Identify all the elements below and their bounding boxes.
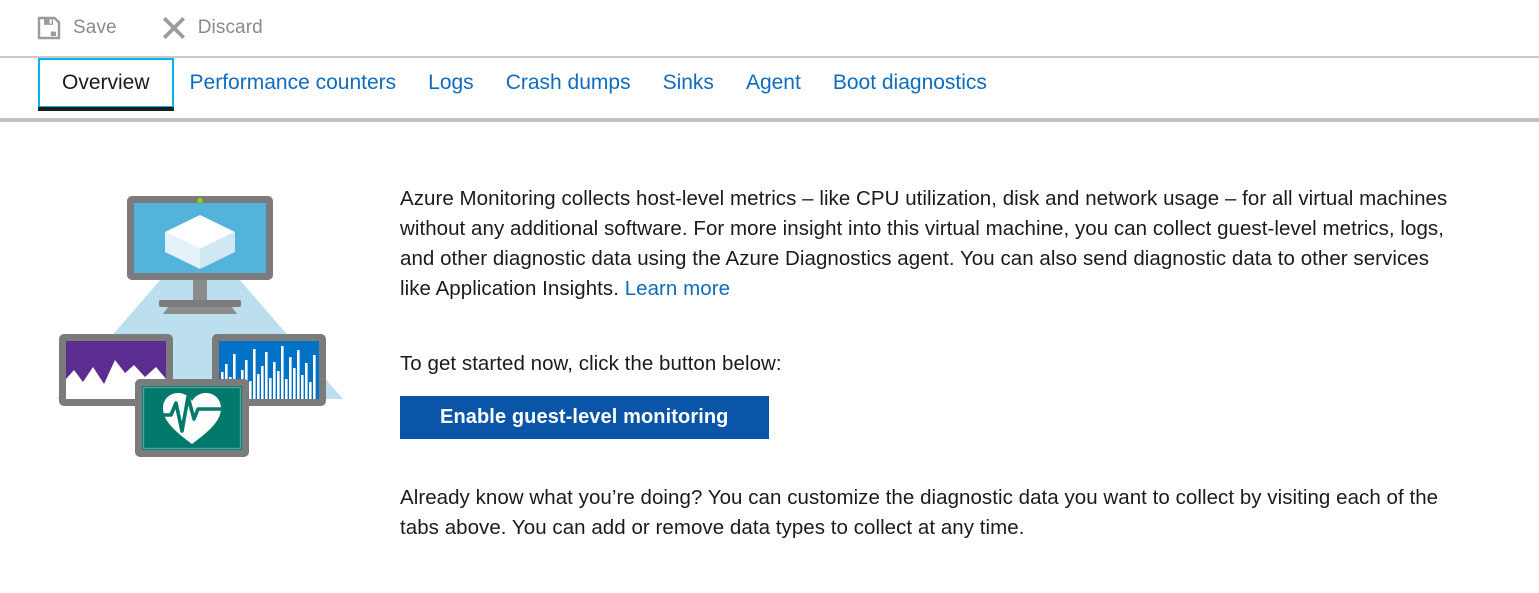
tab-bar-rule xyxy=(0,118,1539,122)
discard-button-label: Discard xyxy=(197,17,263,38)
illustration-container xyxy=(0,184,400,464)
enable-guest-level-monitoring-button[interactable]: Enable guest-level monitoring xyxy=(400,396,769,439)
save-floppy-icon xyxy=(36,15,62,41)
intro-paragraph: Azure Monitoring collects host-level met… xyxy=(400,184,1460,304)
tab-performance-counters[interactable]: Performance counters xyxy=(174,58,413,108)
close-x-icon xyxy=(161,15,187,41)
tab-agent[interactable]: Agent xyxy=(730,58,817,108)
teal-heartbeat-screen xyxy=(135,379,249,457)
tab-boot-diagnostics[interactable]: Boot diagnostics xyxy=(817,58,1003,108)
save-button[interactable]: Save xyxy=(30,8,129,48)
command-toolbar: Save Discard xyxy=(0,0,1539,56)
tab-sinks[interactable]: Sinks xyxy=(647,58,730,108)
tab-bar: Overview Performance counters Logs Crash… xyxy=(0,58,1539,122)
closing-paragraph: Already know what you’re doing? You can … xyxy=(400,486,1439,539)
azure-monitoring-illustration xyxy=(57,196,343,457)
copy-column: Azure Monitoring collects host-level met… xyxy=(400,184,1500,543)
intro-text: Azure Monitoring collects host-level met… xyxy=(400,187,1448,300)
discard-button[interactable]: Discard xyxy=(155,8,275,48)
learn-more-link[interactable]: Learn more xyxy=(625,277,730,300)
cta-lead-text: To get started now, click the button bel… xyxy=(400,352,782,375)
tab-overview[interactable]: Overview xyxy=(38,58,174,111)
overview-content: Azure Monitoring collects host-level met… xyxy=(0,122,1539,543)
tab-crash-dumps[interactable]: Crash dumps xyxy=(490,58,647,108)
tab-logs[interactable]: Logs xyxy=(412,58,490,108)
save-button-label: Save xyxy=(73,17,117,38)
